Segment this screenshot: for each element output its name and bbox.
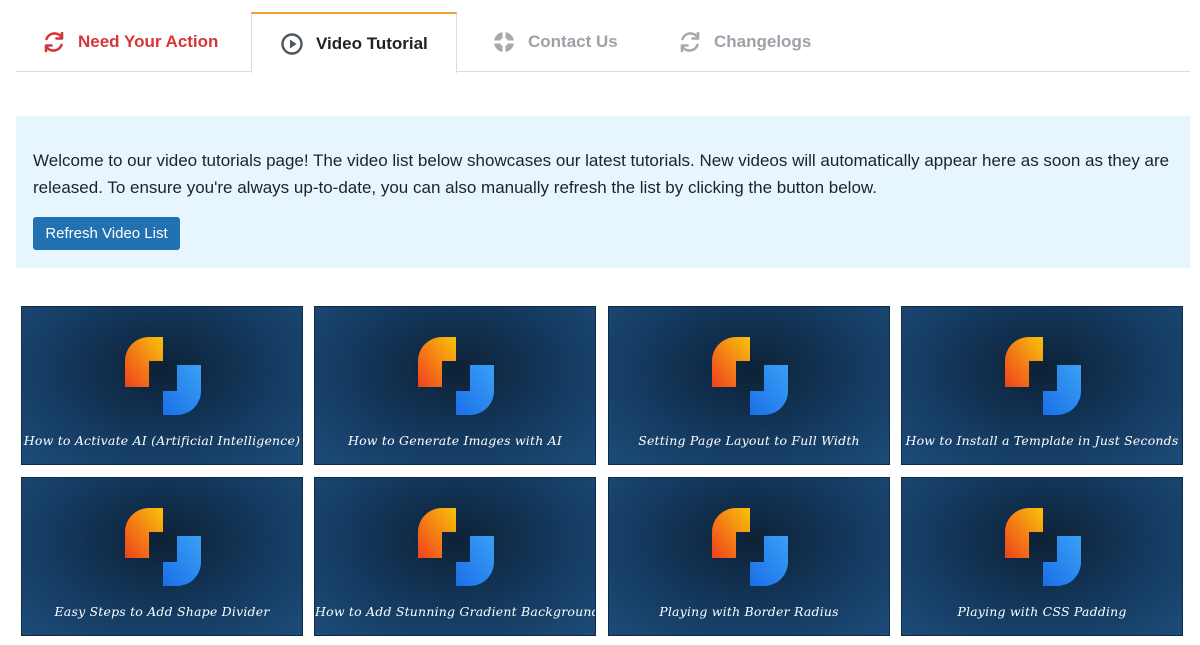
tab-label: Video Tutorial [316,33,428,53]
tab-label: Need Your Action [78,32,219,51]
play-circle-icon [280,32,304,56]
video-title: Setting Page Layout to Full Width [638,433,860,448]
tab-bar: Need Your Action Video Tutorial Contact … [16,0,1190,73]
video-card[interactable]: Easy Steps to Add Shape Divider [21,477,303,636]
video-title: How to Activate AI (Artificial Intellige… [23,433,301,448]
video-card[interactable]: How to Generate Images with AI [314,306,596,465]
video-card[interactable]: Setting Page Layout to Full Width [608,306,890,465]
video-title: Playing with Border Radius [659,604,839,619]
video-card[interactable]: Playing with CSS Padding [901,477,1183,636]
notice-text: Welcome to our video tutorials page! The… [33,151,1170,197]
video-title: Playing with CSS Padding [957,604,1127,619]
video-title: How to Generate Images with AI [347,433,562,448]
video-title: Easy Steps to Add Shape Divider [54,604,270,619]
refresh-icon [678,30,702,54]
video-card[interactable]: How to Install a Template in Just Second… [901,306,1183,465]
intro-notice: Welcome to our video tutorials page! The… [16,116,1190,268]
refresh-icon [42,30,66,54]
video-title: How to Install a Template in Just Second… [905,433,1179,448]
refresh-video-list-button[interactable]: Refresh Video List [33,217,180,250]
video-card[interactable]: Playing with Border Radius [608,477,890,636]
tab-label: Contact Us [528,32,618,51]
tab-video-tutorial[interactable]: Video Tutorial [251,12,457,73]
tab-label: Changelogs [714,32,812,51]
lifebuoy-icon [492,30,516,54]
video-card[interactable]: How to Activate AI (Artificial Intellige… [21,306,303,465]
tab-contact-us[interactable]: Contact Us [492,12,618,72]
video-card[interactable]: How to Add Stunning Gradient Backgrounds [314,477,596,636]
video-title: How to Add Stunning Gradient Backgrounds [315,604,596,619]
tab-changelogs[interactable]: Changelogs [678,12,811,72]
tab-need-your-action[interactable]: Need Your Action [42,12,218,72]
